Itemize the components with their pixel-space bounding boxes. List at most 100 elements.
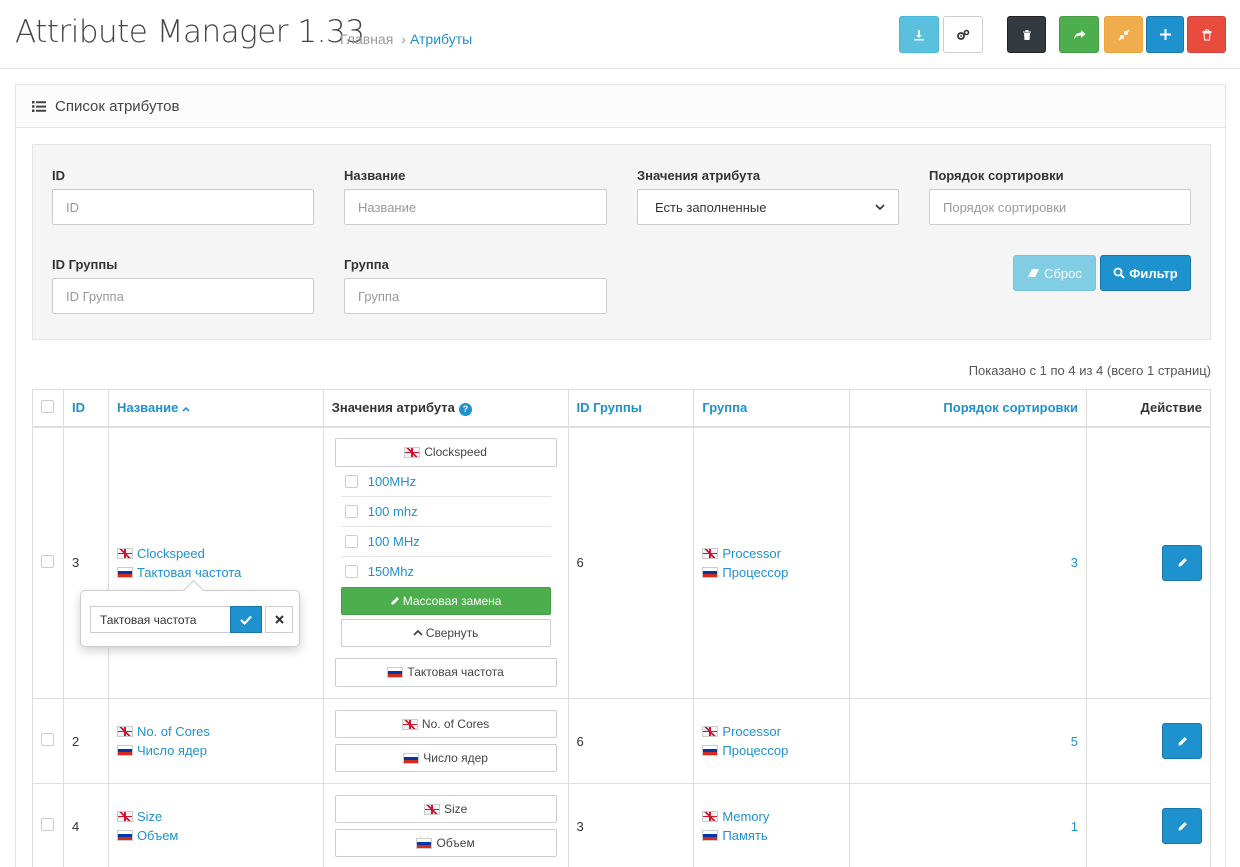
mass-replace-button[interactable]: Массовая замена bbox=[340, 586, 551, 615]
header-action: Действие bbox=[1086, 389, 1211, 428]
filter-name-input[interactable]: Название bbox=[344, 189, 607, 225]
value-link[interactable]: 100 MHz bbox=[368, 534, 420, 549]
filter-values-select[interactable]: Есть заполненные bbox=[637, 189, 899, 225]
row-group-id: 6 bbox=[567, 426, 695, 699]
flag-en-icon bbox=[116, 547, 133, 559]
name-ru-link[interactable]: Тактовая частота bbox=[137, 565, 241, 580]
header-select-all bbox=[32, 389, 64, 428]
row-group-id: 6 bbox=[567, 698, 695, 784]
group-ru: Память bbox=[702, 826, 841, 845]
group-ru-link[interactable]: Память bbox=[722, 828, 767, 843]
collapse-button[interactable]: Свернуть bbox=[340, 618, 551, 647]
value-link[interactable]: 100 mhz bbox=[368, 504, 418, 519]
filter-group-id-input[interactable]: ID Группа bbox=[52, 278, 314, 314]
sort-group-id-link[interactable]: ID Группы bbox=[577, 400, 642, 415]
header-id: ID bbox=[62, 389, 109, 428]
row-values: No. of Cores Число ядер bbox=[322, 698, 569, 784]
name-en-link[interactable]: Size bbox=[137, 809, 162, 824]
flag-ru-icon bbox=[403, 752, 420, 764]
values-en-button[interactable]: Size bbox=[334, 795, 557, 823]
row-checkbox[interactable] bbox=[41, 733, 55, 746]
edit-button[interactable] bbox=[1162, 723, 1202, 759]
settings-button[interactable] bbox=[943, 16, 983, 53]
flag-ru-icon bbox=[416, 837, 433, 849]
panel-title: Список атрибутов bbox=[55, 97, 180, 115]
compress-button[interactable] bbox=[1104, 16, 1143, 53]
download-button[interactable] bbox=[899, 16, 939, 53]
values-en-button[interactable]: Clockspeed bbox=[334, 437, 557, 467]
breadcrumb-attributes[interactable]: Атрибуты bbox=[410, 31, 472, 47]
values-en-button[interactable]: No. of Cores bbox=[334, 710, 557, 738]
flag-en-icon bbox=[702, 547, 719, 559]
name-ru-link[interactable]: Число ядер bbox=[137, 743, 207, 758]
select-all-checkbox[interactable] bbox=[41, 399, 55, 413]
filter-group-input[interactable]: Группа bbox=[344, 278, 607, 314]
delete-button[interactable] bbox=[1187, 16, 1226, 53]
filter-group-label: Группа bbox=[344, 257, 389, 272]
name-en-link[interactable]: Clockspeed bbox=[137, 546, 205, 561]
edit-button[interactable] bbox=[1162, 808, 1202, 844]
table-header-row: ID Название Значения атрибута? ID Группы… bbox=[32, 389, 1211, 428]
row-checkbox[interactable] bbox=[41, 554, 55, 568]
row-group-id: 3 bbox=[567, 783, 695, 867]
name-ru-link[interactable]: Объем bbox=[137, 828, 178, 843]
values-ru-label: Число ядер bbox=[423, 751, 488, 765]
help-icon[interactable]: ? bbox=[458, 402, 472, 416]
sort-id-link[interactable]: ID bbox=[72, 400, 85, 415]
value-checkbox[interactable] bbox=[344, 504, 358, 518]
values-ru-button[interactable]: Тактовая частота bbox=[334, 657, 557, 687]
header-values-label: Значения атрибута bbox=[331, 400, 455, 415]
share-button[interactable] bbox=[1059, 16, 1099, 53]
page-header: Attribute Manager 1.33 Главная › Атрибуты bbox=[0, 0, 1240, 69]
add-button[interactable] bbox=[1146, 16, 1184, 53]
name-en-link[interactable]: No. of Cores bbox=[137, 724, 210, 739]
download-icon bbox=[914, 29, 924, 40]
reset-button[interactable]: Сброс bbox=[1013, 255, 1096, 291]
trash-icon bbox=[1022, 29, 1031, 40]
group-ru: Процессор bbox=[702, 741, 841, 760]
group-en-link[interactable]: Processor bbox=[722, 724, 781, 739]
value-link[interactable]: 100MHz bbox=[368, 474, 416, 489]
header-group-id: ID Группы bbox=[567, 389, 695, 428]
name-en: Size bbox=[116, 807, 315, 826]
flag-ru-icon bbox=[387, 666, 404, 678]
values-en-label: Size bbox=[443, 802, 468, 816]
group-en: Processor bbox=[702, 544, 841, 563]
row-checkbox[interactable] bbox=[41, 818, 55, 831]
filter-sort-input[interactable]: Порядок сортировки bbox=[929, 189, 1191, 225]
value-link[interactable]: 150Mhz bbox=[368, 564, 414, 579]
group-en-link[interactable]: Processor bbox=[722, 546, 781, 561]
group-ru-link[interactable]: Процессор bbox=[722, 743, 788, 758]
filter-label: Фильтр bbox=[1129, 265, 1178, 281]
row-group: Processor Процессор bbox=[693, 426, 851, 699]
sort-order-value[interactable]: 3 bbox=[1071, 555, 1078, 570]
list-item: 100 mhz bbox=[340, 497, 551, 527]
filter-button[interactable]: Фильтр bbox=[1100, 255, 1191, 291]
group-en-link[interactable]: Memory bbox=[722, 809, 769, 824]
value-checkbox[interactable] bbox=[344, 565, 358, 578]
sort-order-link[interactable]: Порядок сортировки bbox=[943, 400, 1078, 415]
values-ru-button[interactable]: Число ядер bbox=[334, 744, 557, 772]
sort-order-value[interactable]: 5 bbox=[1071, 734, 1078, 749]
filter-id-input[interactable]: ID bbox=[52, 189, 314, 225]
clear-cache-button[interactable] bbox=[1007, 16, 1046, 53]
edit-button[interactable] bbox=[1162, 544, 1202, 581]
values-ru-button[interactable]: Объем bbox=[334, 829, 557, 857]
inline-edit-input[interactable]: Тактовая частота bbox=[90, 606, 230, 633]
sort-order-value[interactable]: 1 bbox=[1071, 819, 1078, 834]
inline-edit-save-button[interactable] bbox=[230, 606, 262, 633]
sort-group-link[interactable]: Группа bbox=[702, 400, 747, 415]
breadcrumb-home[interactable]: Главная bbox=[340, 31, 393, 47]
pencil-icon bbox=[1178, 821, 1187, 830]
inline-edit-cancel-button[interactable] bbox=[265, 606, 293, 633]
values-ru-label: Объем bbox=[436, 836, 475, 850]
value-checkbox[interactable] bbox=[344, 534, 358, 548]
group-en: Memory bbox=[702, 807, 841, 826]
flag-ru-icon bbox=[702, 566, 719, 578]
filter-box: ID ID Название Название Значения атрибут… bbox=[32, 144, 1211, 340]
sort-name-link[interactable]: Название bbox=[117, 400, 178, 415]
group-ru-link[interactable]: Процессор bbox=[722, 565, 788, 580]
table-row: 3 Clockspeed Тактовая частота Clockspeed… bbox=[32, 426, 1211, 699]
row-sort: 5 bbox=[849, 698, 1088, 784]
value-checkbox[interactable] bbox=[344, 474, 358, 488]
